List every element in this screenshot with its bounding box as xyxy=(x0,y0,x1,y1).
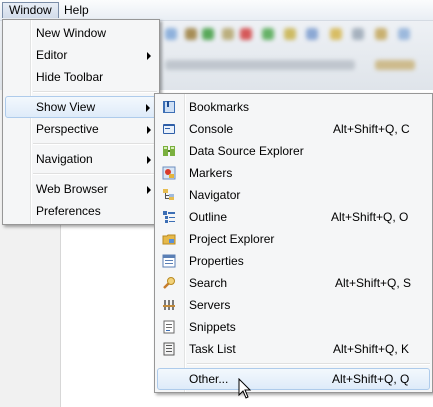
menu-item-shortcut: Alt+Shift+Q, C xyxy=(333,122,410,136)
menu-item-web-browser[interactable]: Web Browser xyxy=(5,178,157,200)
data-source-explorer-icon xyxy=(162,144,176,158)
menu-separator xyxy=(33,91,157,93)
menu-item-label: New Window xyxy=(36,26,107,40)
menu-item-outline[interactable]: Outline Alt+Shift+Q, O xyxy=(157,206,430,228)
menu-item-label: Servers xyxy=(189,298,231,312)
menu-item-label: Navigator xyxy=(189,188,241,202)
menu-item-label: Search xyxy=(189,276,228,290)
menu-item-data-source-explorer[interactable]: Data Source Explorer xyxy=(157,140,430,162)
menu-item-console[interactable]: Console Alt+Shift+Q, C xyxy=(157,118,430,140)
menu-item-label: Properties xyxy=(189,254,244,268)
menu-item-label: Outline xyxy=(189,210,228,224)
menu-window[interactable]: Window xyxy=(2,2,59,18)
menu-item-search[interactable]: Search Alt+Shift+Q, S xyxy=(157,272,430,294)
menu-item-show-view[interactable]: Show View xyxy=(5,96,157,118)
menu-separator xyxy=(187,363,430,365)
menu-item-task-list[interactable]: Task List Alt+Shift+Q, K xyxy=(157,338,430,360)
navigator-icon xyxy=(162,188,176,202)
menu-item-project-explorer[interactable]: Project Explorer xyxy=(157,228,430,250)
snippets-icon xyxy=(162,320,176,334)
menu-bar: Window Help xyxy=(0,0,433,21)
menu-item-servers[interactable]: Servers xyxy=(157,294,430,316)
menu-item-label: Perspective xyxy=(36,122,99,136)
menu-item-properties[interactable]: Properties xyxy=(157,250,430,272)
menu-item-label: Snippets xyxy=(189,320,236,334)
properties-icon xyxy=(162,254,176,268)
menu-item-label: Bookmarks xyxy=(189,100,250,114)
menu-help[interactable]: Help xyxy=(58,2,95,18)
menu-item-label: Web Browser xyxy=(36,182,108,196)
outline-icon xyxy=(162,210,176,224)
submenu-arrow-icon xyxy=(147,156,151,164)
menu-window-label: Window xyxy=(9,3,52,17)
markers-icon xyxy=(162,166,176,180)
menu-item-navigator[interactable]: Navigator xyxy=(157,184,430,206)
menu-item-label: Task List xyxy=(189,342,236,356)
console-icon xyxy=(162,122,176,136)
menu-item-shortcut: Alt+Shift+Q, O xyxy=(331,210,409,224)
menu-item-label: Data Source Explorer xyxy=(189,144,304,158)
menu-item-navigation[interactable]: Navigation xyxy=(5,148,157,170)
menu-item-label: Project Explorer xyxy=(189,232,275,246)
submenu-arrow-icon xyxy=(146,104,150,112)
menu-item-label: Navigation xyxy=(36,152,93,166)
menu-item-label: Markers xyxy=(189,166,233,180)
project-explorer-icon xyxy=(162,232,176,246)
menu-item-label: Hide Toolbar xyxy=(36,70,104,84)
search-icon xyxy=(162,276,176,290)
submenu-arrow-icon xyxy=(147,52,151,60)
menu-item-other[interactable]: Other... Alt+Shift+Q, Q xyxy=(157,368,430,390)
menu-item-shortcut: Alt+Shift+Q, S xyxy=(335,276,412,290)
menu-item-shortcut: Alt+Shift+Q, K xyxy=(333,342,410,356)
mouse-cursor-icon xyxy=(238,377,252,403)
submenu-arrow-icon xyxy=(147,186,151,194)
menu-item-new-window[interactable]: New Window xyxy=(5,22,157,44)
menu-separator xyxy=(33,143,157,145)
menu-item-markers[interactable]: Markers xyxy=(157,162,430,184)
menu-item-label: Preferences xyxy=(36,204,101,218)
menu-help-label: Help xyxy=(64,3,89,17)
menu-separator xyxy=(33,173,157,175)
menu-item-shortcut: Alt+Shift+Q, Q xyxy=(332,372,410,386)
menu-item-editor[interactable]: Editor xyxy=(5,44,157,66)
menu-item-label: Console xyxy=(189,122,234,136)
menu-item-hide-toolbar[interactable]: Hide Toolbar xyxy=(5,66,157,88)
menu-item-label: Editor xyxy=(36,48,68,62)
task-list-icon xyxy=(162,342,176,356)
menu-item-perspective[interactable]: Perspective xyxy=(5,118,157,140)
menu-item-label: Show View xyxy=(36,100,96,114)
menu-item-bookmarks[interactable]: Bookmarks xyxy=(157,96,430,118)
menu-item-label: Other... xyxy=(189,372,229,386)
submenu-arrow-icon xyxy=(147,126,151,134)
window-menu: New Window Editor Hide Toolbar Show View… xyxy=(2,19,160,225)
menu-item-snippets[interactable]: Snippets xyxy=(157,316,430,338)
menu-item-preferences[interactable]: Preferences xyxy=(5,200,157,222)
bookmarks-icon xyxy=(162,100,176,114)
servers-icon xyxy=(162,298,176,312)
show-view-menu: Bookmarks Console Alt+Shift+Q, C Data So… xyxy=(154,93,433,393)
